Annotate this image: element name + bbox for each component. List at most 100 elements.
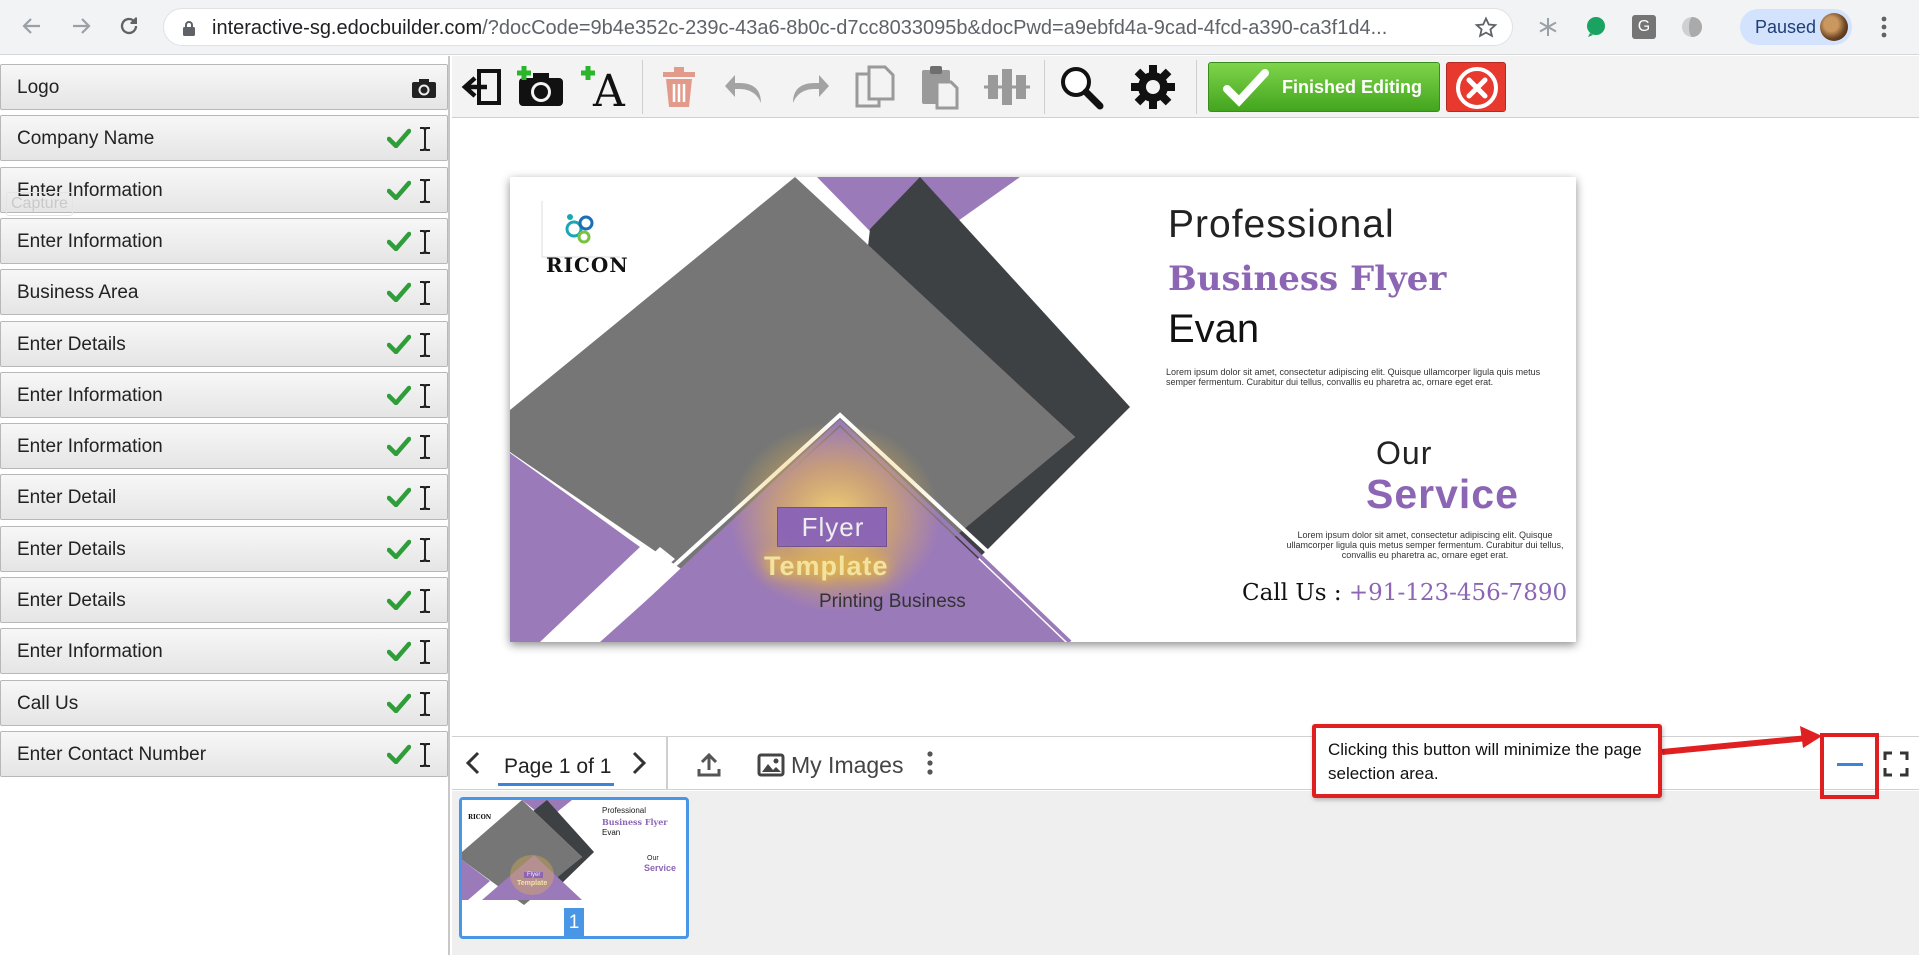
text-cursor-icon[interactable]	[418, 485, 432, 516]
flyer-canvas[interactable]: RICON Professional Business Flyer Evan L…	[510, 177, 1576, 642]
field-row[interactable]: Business Area	[0, 269, 448, 315]
text-cursor-icon[interactable]	[418, 383, 432, 414]
redo-icon[interactable]	[782, 62, 836, 112]
field-row[interactable]: Enter Information	[0, 423, 448, 469]
fullscreen-icon	[1883, 751, 1909, 777]
upload-button[interactable]	[692, 748, 726, 782]
settings-icon[interactable]	[1126, 62, 1180, 112]
check-icon	[386, 282, 412, 307]
profile-button[interactable]: Paused	[1740, 9, 1852, 45]
forward-button[interactable]	[66, 11, 96, 41]
text-cursor-icon[interactable]	[418, 742, 432, 773]
browser-menu-icon[interactable]	[1880, 15, 1888, 44]
text-cursor-icon[interactable]	[418, 434, 432, 465]
flyer-word: Flyer	[801, 512, 865, 542]
my-images-icon[interactable]	[756, 750, 786, 780]
thumb-our: Our	[647, 855, 659, 862]
heading-service[interactable]: Service	[1366, 471, 1519, 518]
field-row[interactable]: Call Us	[0, 680, 448, 726]
company-name[interactable]: RICON	[546, 253, 629, 277]
camera-icon[interactable]	[411, 77, 437, 104]
field-row[interactable]: Logo	[0, 64, 448, 110]
field-row[interactable]: Company Name	[0, 115, 448, 161]
text-cursor-icon[interactable]	[418, 229, 432, 260]
add-text-icon[interactable]: A	[578, 62, 632, 112]
check-icon	[386, 385, 412, 410]
service-body-text[interactable]: Lorem ipsum dolor sit amet, consectetur …	[1280, 530, 1570, 560]
ricon-logo[interactable]	[540, 199, 620, 259]
field-label: Enter Detail	[17, 487, 117, 508]
finished-editing-button[interactable]: Finished Editing	[1208, 62, 1440, 112]
address-bar[interactable]: interactive-sg.edocbuilder.com/?docCode=…	[163, 8, 1513, 46]
svg-text:A: A	[592, 66, 626, 110]
check-icon	[386, 590, 412, 615]
field-label: Enter Information	[17, 231, 163, 252]
green-dot-extension-icon[interactable]	[1582, 13, 1610, 41]
my-images-button[interactable]: My Images	[791, 752, 903, 779]
check-icon	[386, 436, 412, 461]
check-icon	[386, 128, 412, 153]
heading-business-flyer[interactable]: Business Flyer	[1168, 259, 1446, 299]
page-indicator-underline	[498, 783, 614, 786]
back-button[interactable]	[17, 11, 47, 41]
template-word[interactable]: Template	[764, 551, 889, 582]
exit-icon[interactable]	[456, 62, 510, 112]
field-label: Call Us	[17, 693, 79, 714]
url-host: interactive-sg.edocbuilder.com	[212, 17, 483, 39]
snowflake-extension-icon[interactable]	[1534, 13, 1562, 41]
text-cursor-icon[interactable]	[418, 588, 432, 619]
chevron-left-icon	[465, 751, 480, 775]
field-row[interactable]: Enter Information	[0, 372, 448, 418]
field-row[interactable]: Enter Information	[0, 628, 448, 674]
reload-icon	[120, 17, 138, 35]
field-row[interactable]: Enter Details	[0, 577, 448, 623]
reload-button[interactable]	[114, 11, 144, 41]
check-icon	[386, 231, 412, 256]
editor-toolbar: A	[452, 56, 1919, 118]
align-icon[interactable]	[980, 62, 1034, 112]
printing-business-text[interactable]: Printing Business	[819, 591, 966, 613]
call-us-label: Call Us :	[1242, 580, 1349, 606]
copy-icon[interactable]	[848, 62, 902, 112]
text-cursor-icon[interactable]	[418, 178, 432, 209]
more-options-icon[interactable]	[922, 748, 938, 778]
back-arrow-icon	[22, 18, 40, 34]
field-row[interactable]: Enter Information	[0, 218, 448, 264]
next-page-button[interactable]	[624, 748, 654, 778]
fullscreen-button[interactable]	[1880, 748, 1912, 780]
url-text: interactive-sg.edocbuilder.com/?docCode=…	[212, 17, 1442, 40]
undo-icon[interactable]	[718, 62, 772, 112]
heading-our[interactable]: Our	[1376, 435, 1432, 472]
cancel-button[interactable]	[1446, 62, 1506, 112]
field-row[interactable]: Enter Details	[0, 321, 448, 367]
text-cursor-icon[interactable]	[418, 639, 432, 670]
check-icon	[386, 180, 412, 205]
capture-ghost-label: Capture	[6, 192, 73, 216]
prev-page-button[interactable]	[458, 748, 488, 778]
bookmark-star-icon[interactable]	[1474, 16, 1498, 45]
field-label: Enter Details	[17, 334, 126, 355]
text-cursor-icon[interactable]	[418, 332, 432, 363]
field-row[interactable]: Enter Detail	[0, 474, 448, 520]
heading-professional[interactable]: Professional	[1168, 203, 1395, 247]
text-cursor-icon[interactable]	[418, 691, 432, 722]
paste-icon[interactable]	[914, 62, 968, 112]
text-cursor-icon[interactable]	[418, 280, 432, 311]
flyer-body-text[interactable]: Lorem ipsum dolor sit amet, consectetur …	[1166, 367, 1566, 387]
flyer-word-box[interactable]: Flyer	[777, 507, 887, 547]
text-cursor-icon[interactable]	[418, 126, 432, 157]
circle-extension-icon[interactable]	[1678, 13, 1706, 41]
thumb-flyer: Flyer	[524, 872, 544, 878]
trash-icon[interactable]	[652, 62, 706, 112]
call-us-line[interactable]: Call Us : +91-123-456-7890	[1242, 580, 1567, 606]
zoom-icon[interactable]	[1054, 62, 1108, 112]
g-extension-icon[interactable]: G	[1630, 13, 1658, 41]
add-image-icon[interactable]	[514, 62, 568, 112]
thumb-template: Template	[517, 880, 548, 887]
contact-number: +91-123-456-7890	[1348, 580, 1568, 606]
flyer-name[interactable]: Evan	[1168, 307, 1259, 352]
text-cursor-icon[interactable]	[418, 537, 432, 568]
field-row[interactable]: Enter Contact Number	[0, 731, 448, 777]
field-row[interactable]: Enter Details	[0, 526, 448, 572]
toolbar-divider	[1044, 60, 1045, 114]
